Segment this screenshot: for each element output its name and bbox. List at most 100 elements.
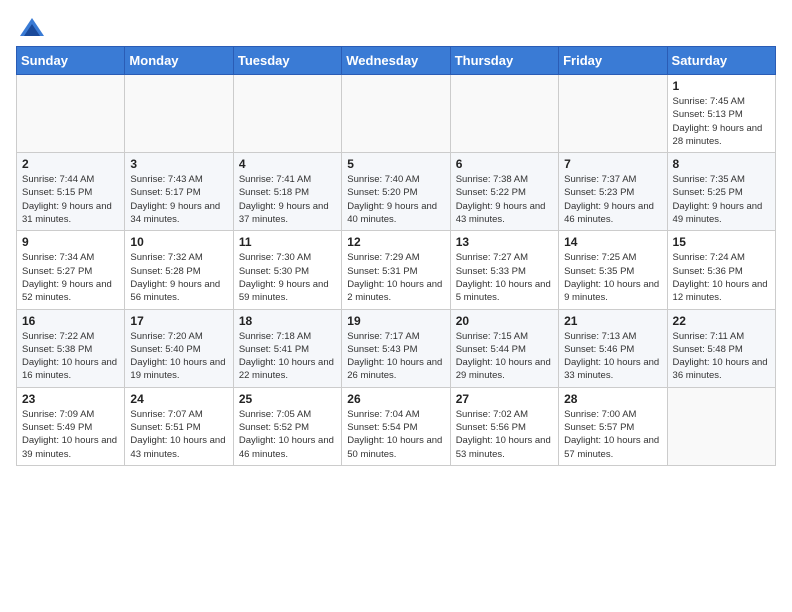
- day-number: 14: [564, 235, 661, 249]
- calendar-cell: 26 Sunrise: 7:04 AM Sunset: 5:54 PM Dayli…: [342, 387, 450, 465]
- weekday-header-wednesday: Wednesday: [342, 47, 450, 75]
- calendar-cell: [559, 75, 667, 153]
- day-number: 13: [456, 235, 553, 249]
- calendar-cell: [125, 75, 233, 153]
- weekday-header-thursday: Thursday: [450, 47, 558, 75]
- day-number: 20: [456, 314, 553, 328]
- calendar-cell: 15 Sunrise: 7:24 AM Sunset: 5:36 PM Dayli…: [667, 231, 775, 309]
- calendar-cell: [17, 75, 125, 153]
- day-info: Sunrise: 7:02 AM Sunset: 5:56 PM Dayligh…: [456, 408, 553, 461]
- day-info: Sunrise: 7:07 AM Sunset: 5:51 PM Dayligh…: [130, 408, 227, 461]
- day-number: 1: [673, 79, 770, 93]
- day-number: 15: [673, 235, 770, 249]
- day-number: 25: [239, 392, 336, 406]
- calendar-cell: 18 Sunrise: 7:18 AM Sunset: 5:41 PM Dayli…: [233, 309, 341, 387]
- calendar-week-3: 9 Sunrise: 7:34 AM Sunset: 5:27 PM Daylig…: [17, 231, 776, 309]
- day-number: 19: [347, 314, 444, 328]
- calendar-cell: 14 Sunrise: 7:25 AM Sunset: 5:35 PM Dayli…: [559, 231, 667, 309]
- weekday-header-saturday: Saturday: [667, 47, 775, 75]
- day-number: 28: [564, 392, 661, 406]
- day-info: Sunrise: 7:44 AM Sunset: 5:15 PM Dayligh…: [22, 173, 119, 226]
- calendar-cell: 10Sunrise: 7:32 AM Sunset: 5:28 PM Dayli…: [125, 231, 233, 309]
- day-number: 8: [673, 157, 770, 171]
- day-number: 6: [456, 157, 553, 171]
- logo: [16, 16, 50, 38]
- day-info: Sunrise: 7:29 AM Sunset: 5:31 PM Dayligh…: [347, 251, 444, 304]
- calendar: SundayMondayTuesdayWednesdayThursdayFrid…: [16, 46, 776, 466]
- day-info: Sunrise: 7:05 AM Sunset: 5:52 PM Dayligh…: [239, 408, 336, 461]
- calendar-cell: 16 Sunrise: 7:22 AM Sunset: 5:38 PM Dayli…: [17, 309, 125, 387]
- day-info: Sunrise: 7:45 AM Sunset: 5:13 PM Dayligh…: [673, 95, 770, 148]
- day-info: Sunrise: 7:04 AM Sunset: 5:54 PM Dayligh…: [347, 408, 444, 461]
- calendar-cell: 7Sunrise: 7:37 AM Sunset: 5:23 PM Daylig…: [559, 153, 667, 231]
- day-info: Sunrise: 7:24 AM Sunset: 5:36 PM Dayligh…: [673, 251, 770, 304]
- logo-icon: [18, 16, 46, 38]
- day-number: 21: [564, 314, 661, 328]
- day-number: 3: [130, 157, 227, 171]
- day-info: Sunrise: 7:38 AM Sunset: 5:22 PM Dayligh…: [456, 173, 553, 226]
- calendar-cell: 3 Sunrise: 7:43 AM Sunset: 5:17 PM Daylig…: [125, 153, 233, 231]
- calendar-cell: 2 Sunrise: 7:44 AM Sunset: 5:15 PM Daylig…: [17, 153, 125, 231]
- day-info: Sunrise: 7:18 AM Sunset: 5:41 PM Dayligh…: [239, 330, 336, 383]
- day-number: 5: [347, 157, 444, 171]
- day-number: 16: [22, 314, 119, 328]
- day-number: 26: [347, 392, 444, 406]
- day-number: 9: [22, 235, 119, 249]
- day-number: 24: [130, 392, 227, 406]
- calendar-cell: 25 Sunrise: 7:05 AM Sunset: 5:52 PM Dayli…: [233, 387, 341, 465]
- calendar-cell: [450, 75, 558, 153]
- calendar-cell: 24 Sunrise: 7:07 AM Sunset: 5:51 PM Dayli…: [125, 387, 233, 465]
- day-number: 11: [239, 235, 336, 249]
- day-info: Sunrise: 7:25 AM Sunset: 5:35 PM Dayligh…: [564, 251, 661, 304]
- day-number: 22: [673, 314, 770, 328]
- calendar-cell: 1 Sunrise: 7:45 AM Sunset: 5:13 PM Daylig…: [667, 75, 775, 153]
- calendar-cell: 11Sunrise: 7:30 AM Sunset: 5:30 PM Dayli…: [233, 231, 341, 309]
- calendar-cell: 17 Sunrise: 7:20 AM Sunset: 5:40 PM Dayli…: [125, 309, 233, 387]
- day-info: Sunrise: 7:35 AM Sunset: 5:25 PM Dayligh…: [673, 173, 770, 226]
- day-info: Sunrise: 7:40 AM Sunset: 5:20 PM Dayligh…: [347, 173, 444, 226]
- calendar-cell: 4 Sunrise: 7:41 AM Sunset: 5:18 PM Daylig…: [233, 153, 341, 231]
- calendar-cell: 8 Sunrise: 7:35 AM Sunset: 5:25 PM Daylig…: [667, 153, 775, 231]
- day-info: Sunrise: 7:20 AM Sunset: 5:40 PM Dayligh…: [130, 330, 227, 383]
- day-info: Sunrise: 7:22 AM Sunset: 5:38 PM Dayligh…: [22, 330, 119, 383]
- day-info: Sunrise: 7:43 AM Sunset: 5:17 PM Dayligh…: [130, 173, 227, 226]
- day-info: Sunrise: 7:34 AM Sunset: 5:27 PM Dayligh…: [22, 251, 119, 304]
- calendar-cell: 20 Sunrise: 7:15 AM Sunset: 5:44 PM Dayli…: [450, 309, 558, 387]
- day-number: 7: [564, 157, 661, 171]
- calendar-header-row: SundayMondayTuesdayWednesdayThursdayFrid…: [17, 47, 776, 75]
- calendar-cell: 13Sunrise: 7:27 AM Sunset: 5:33 PM Dayli…: [450, 231, 558, 309]
- calendar-cell: 21 Sunrise: 7:13 AM Sunset: 5:46 PM Dayli…: [559, 309, 667, 387]
- header: [16, 16, 776, 38]
- weekday-header-tuesday: Tuesday: [233, 47, 341, 75]
- day-info: Sunrise: 7:13 AM Sunset: 5:46 PM Dayligh…: [564, 330, 661, 383]
- day-info: Sunrise: 7:17 AM Sunset: 5:43 PM Dayligh…: [347, 330, 444, 383]
- day-info: Sunrise: 7:32 AM Sunset: 5:28 PM Dayligh…: [130, 251, 227, 304]
- calendar-cell: 9 Sunrise: 7:34 AM Sunset: 5:27 PM Daylig…: [17, 231, 125, 309]
- calendar-cell: 22 Sunrise: 7:11 AM Sunset: 5:48 PM Dayli…: [667, 309, 775, 387]
- calendar-cell: [342, 75, 450, 153]
- calendar-cell: 23 Sunrise: 7:09 AM Sunset: 5:49 PM Dayli…: [17, 387, 125, 465]
- calendar-cell: 28 Sunrise: 7:00 AM Sunset: 5:57 PM Dayli…: [559, 387, 667, 465]
- day-info: Sunrise: 7:41 AM Sunset: 5:18 PM Dayligh…: [239, 173, 336, 226]
- weekday-header-sunday: Sunday: [17, 47, 125, 75]
- day-info: Sunrise: 7:11 AM Sunset: 5:48 PM Dayligh…: [673, 330, 770, 383]
- calendar-cell: [233, 75, 341, 153]
- weekday-header-friday: Friday: [559, 47, 667, 75]
- day-number: 17: [130, 314, 227, 328]
- calendar-cell: 27Sunrise: 7:02 AM Sunset: 5:56 PM Dayli…: [450, 387, 558, 465]
- day-info: Sunrise: 7:15 AM Sunset: 5:44 PM Dayligh…: [456, 330, 553, 383]
- day-number: 2: [22, 157, 119, 171]
- calendar-cell: 5 Sunrise: 7:40 AM Sunset: 5:20 PM Daylig…: [342, 153, 450, 231]
- calendar-week-5: 23 Sunrise: 7:09 AM Sunset: 5:49 PM Dayli…: [17, 387, 776, 465]
- calendar-week-4: 16 Sunrise: 7:22 AM Sunset: 5:38 PM Dayli…: [17, 309, 776, 387]
- calendar-week-1: 1 Sunrise: 7:45 AM Sunset: 5:13 PM Daylig…: [17, 75, 776, 153]
- calendar-cell: 12 Sunrise: 7:29 AM Sunset: 5:31 PM Dayli…: [342, 231, 450, 309]
- day-number: 23: [22, 392, 119, 406]
- day-info: Sunrise: 7:09 AM Sunset: 5:49 PM Dayligh…: [22, 408, 119, 461]
- calendar-week-2: 2 Sunrise: 7:44 AM Sunset: 5:15 PM Daylig…: [17, 153, 776, 231]
- day-number: 12: [347, 235, 444, 249]
- day-info: Sunrise: 7:00 AM Sunset: 5:57 PM Dayligh…: [564, 408, 661, 461]
- day-number: 18: [239, 314, 336, 328]
- day-number: 4: [239, 157, 336, 171]
- calendar-cell: 6 Sunrise: 7:38 AM Sunset: 5:22 PM Daylig…: [450, 153, 558, 231]
